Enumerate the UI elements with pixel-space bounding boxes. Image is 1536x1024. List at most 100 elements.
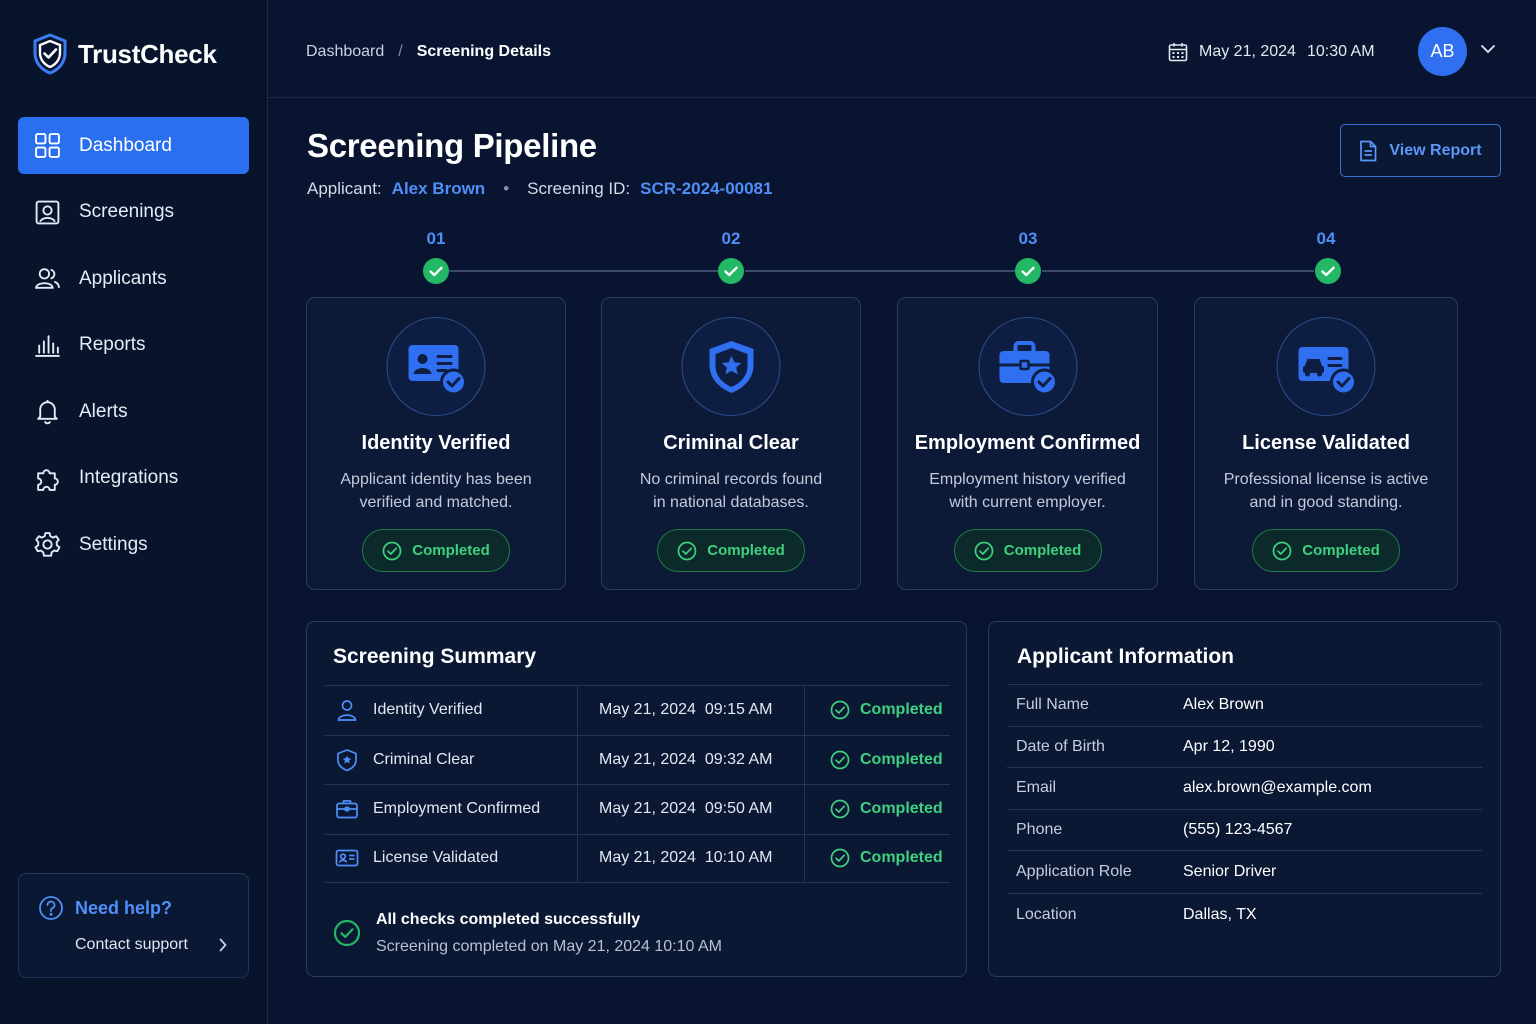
shield-star-icon (337, 748, 357, 772)
date-time-display: May 21, 2024 10:30 AM (1168, 42, 1375, 62)
step-description: Professional license is active and in go… (1215, 468, 1437, 514)
step-icon-circle (1276, 317, 1376, 416)
status-cell: Completed (805, 686, 950, 735)
sidebar-nav: Dashboard Screenings Applicants Reports (18, 117, 249, 583)
status-label: Completed (860, 800, 943, 818)
chevron-down-icon[interactable] (1480, 44, 1496, 54)
step-card-employment[interactable]: Employment Confirmed Employment history … (897, 297, 1158, 590)
status-cell: Completed (805, 736, 950, 785)
step-icon-circle (681, 317, 781, 416)
info-label: Email (1016, 779, 1057, 797)
status-label: Completed (860, 701, 943, 719)
view-report-button[interactable]: View Report (1340, 124, 1501, 177)
top-bar: Dashboard / Screening Details May 21, 20… (268, 0, 1536, 98)
info-label: Phone (1016, 820, 1063, 838)
sidebar-item-screenings[interactable]: Screenings (18, 184, 249, 241)
info-row-dob: Date of Birth Apr 12, 1990 (1007, 725, 1482, 768)
sidebar-item-label: Integrations (79, 467, 179, 488)
step-complete-check-icon (718, 258, 744, 284)
shield-star-icon (709, 340, 753, 393)
table-row[interactable]: Employment Confirmed May 21, 2024 09:50 … (325, 784, 950, 834)
status-cell: Completed (805, 785, 950, 834)
info-row-location: Location Dallas, TX (1007, 893, 1482, 936)
help-circle-icon (39, 896, 63, 920)
step-card-license[interactable]: License Validated Professional license i… (1194, 297, 1458, 590)
applicant-information-panel: Applicant Information Full Name Alex Brow… (988, 621, 1501, 977)
info-row-email: Email alex.brown@example.com (1007, 767, 1482, 809)
step-card-criminal[interactable]: Criminal Clear No criminal records found… (601, 297, 861, 590)
status-label: Completed (1003, 542, 1082, 559)
success-check-icon (333, 919, 361, 947)
step-icon-circle (386, 317, 486, 416)
sidebar-item-reports[interactable]: Reports (18, 317, 249, 374)
step-description-line: No criminal records found (639, 471, 823, 488)
sidebar-item-settings[interactable]: Settings (18, 516, 249, 573)
info-value[interactable]: alex.brown@example.com (1183, 779, 1372, 797)
info-value: Dallas, TX (1183, 906, 1257, 923)
check-circle-icon (382, 541, 402, 560)
screening-id[interactable]: SCR-2024-00081 (640, 179, 772, 199)
check-time: 09:32 AM (704, 750, 773, 768)
screening-meta: Applicant: Alex Brown • Screening ID: SC… (307, 179, 772, 199)
sidebar-item-integrations[interactable]: Integrations (18, 450, 249, 507)
step-complete-check-icon (423, 258, 449, 284)
applicant-label: Applicant: (307, 179, 382, 198)
shield-check-logo-icon (33, 33, 67, 75)
step-title: Employment Confirmed (914, 432, 1141, 454)
avatar[interactable]: AB (1418, 27, 1467, 76)
check-time: 09:50 AM (704, 800, 773, 818)
check-circle-icon (830, 848, 850, 868)
brand[interactable]: TrustCheck (32, 33, 217, 75)
step-title: Criminal Clear (663, 432, 799, 454)
info-row-role: Application Role Senior Driver (1007, 850, 1482, 893)
check-circle-icon (830, 799, 850, 819)
step-description: Applicant identity has been verified and… (327, 468, 545, 514)
sidebar-item-applicants[interactable]: Applicants (18, 250, 249, 307)
briefcase-icon (336, 800, 358, 819)
info-label: Location (1016, 906, 1077, 923)
users-icon (35, 268, 60, 289)
breadcrumb-dashboard[interactable]: Dashboard (306, 43, 384, 61)
step-number: 01 (426, 229, 446, 248)
check-circle-icon (830, 750, 850, 770)
sidebar-item-label: Screenings (79, 201, 175, 222)
sidebar-item-dashboard[interactable]: Dashboard (18, 117, 249, 174)
status-label: Completed (1302, 542, 1380, 559)
step-description-line: in national databases. (653, 494, 809, 511)
user-icon (337, 700, 357, 722)
page-title: Screening Pipeline (307, 127, 597, 164)
info-value: Apr 12, 1990 (1183, 737, 1275, 755)
help-card[interactable]: Need help? Contact support (18, 873, 249, 978)
check-time: 10:10 AM (704, 849, 773, 867)
status-label: Completed (860, 849, 943, 867)
step-description-line: verified and matched. (359, 494, 513, 511)
applicant-name[interactable]: Alex Brown (392, 179, 486, 199)
info-value: Alex Brown (1183, 696, 1264, 714)
step-description-line: Employment history verified (929, 471, 1126, 488)
check-cell: Criminal Clear (325, 735, 578, 784)
check-name: Employment Confirmed (373, 800, 541, 818)
check-date: May 21, 2024 (599, 750, 696, 768)
contact-support-link[interactable]: Contact support (75, 936, 188, 954)
table-row[interactable]: Criminal Clear May 21, 2024 09:32 AM Com… (325, 734, 950, 785)
step-card-identity[interactable]: Identity Verified Applicant identity has… (306, 297, 566, 590)
check-circle-icon (1272, 541, 1292, 560)
check-date: May 21, 2024 (599, 701, 696, 719)
check-time: 09:15 AM (704, 701, 773, 719)
help-title: Need help? (75, 898, 173, 918)
current-time: 10:30 AM (1306, 43, 1375, 60)
check-date: May 21, 2024 (599, 800, 696, 818)
datetime-cell: May 21, 2024 09:50 AM (578, 785, 805, 834)
table-row[interactable]: Identity Verified May 21, 2024 09:15 AM … (325, 685, 950, 735)
puzzle-icon (37, 468, 59, 491)
screening-portrait-icon (35, 200, 60, 224)
info-label: Date of Birth (1016, 737, 1105, 755)
step-number: 04 (1316, 229, 1336, 248)
step-complete-check-icon (1315, 258, 1341, 284)
table-row[interactable]: License Validated May 21, 2024 10:10 AM … (325, 833, 950, 883)
step-description-line: Applicant identity has been (340, 471, 532, 488)
sidebar-item-alerts[interactable]: Alerts (18, 383, 249, 440)
step-number: 03 (1018, 229, 1038, 248)
check-circle-icon (677, 541, 697, 560)
breadcrumb-current: Screening Details (416, 43, 552, 60)
